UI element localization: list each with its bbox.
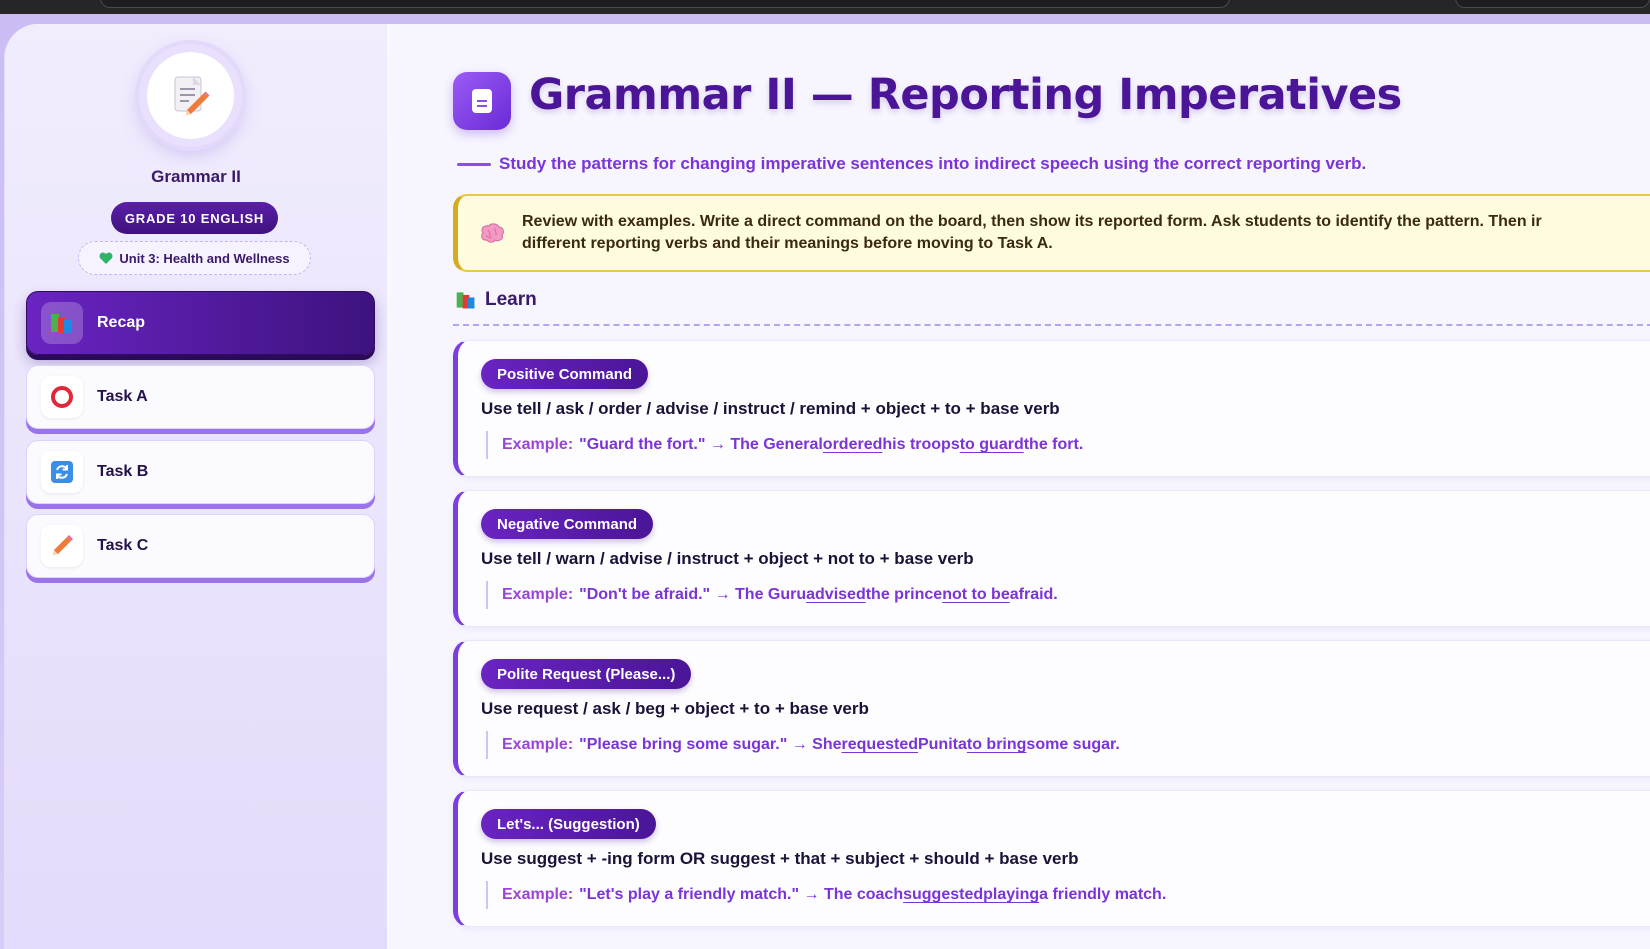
sidebar-item-label: Task B (97, 463, 149, 480)
grade-badge: GRADE 10 ENGLISH (111, 202, 278, 234)
card-example: Example: "Guard the fort." → The General… (486, 431, 1083, 459)
sidebar: Grammar II GRADE 10 ENGLISH Unit 3: Heal… (5, 24, 390, 949)
sidebar-item-recap[interactable]: Recap (26, 291, 375, 355)
example-text: "Guard the fort." → The General (579, 436, 823, 453)
tip-line-1: Review with examples. Write a direct com… (522, 213, 1542, 230)
example-infinitive: not to be (942, 586, 1010, 603)
card-tag: Let's... (Suggestion) (481, 809, 656, 839)
subtitle-dash (457, 162, 491, 166)
unit-chip: Unit 3: Health and Wellness (78, 241, 311, 275)
learn-card-positive-command: Positive Command Use tell / ask / order … (453, 340, 1650, 477)
sidebar-item-task-a[interactable]: Task A (26, 365, 375, 429)
card-rule: Use request / ask / beg + object + to + … (481, 699, 869, 718)
learn-card-suggestion: Let's... (Suggestion) Use suggest + -ing… (453, 790, 1650, 927)
example-reporting-verb: ordered (822, 436, 883, 453)
example-text: "Don't be afraid." → The Guru (579, 586, 807, 603)
page-subtitle: Study the patterns for changing imperati… (457, 154, 1366, 174)
card-rule: Use tell / warn / advise / instruct + ob… (481, 549, 974, 568)
app-frame: Grammar II GRADE 10 ENGLISH Unit 3: Heal… (0, 14, 1650, 949)
example-label: Example: (502, 886, 574, 903)
example-text: a friendly match. (1039, 886, 1167, 903)
ring-icon (51, 386, 73, 408)
memo-pencil-icon (174, 76, 209, 115)
example-infinitive: to guard (959, 436, 1024, 453)
sidebar-item-task-b[interactable]: Task B (26, 440, 375, 504)
section-divider (453, 324, 1650, 326)
example-text: afraid. (1009, 586, 1058, 603)
learn-card-negative-command: Negative Command Use tell / warn / advis… (453, 490, 1650, 627)
document-icon (453, 72, 511, 130)
sidebar-item-label: Task C (97, 537, 149, 554)
app-window: Grammar II GRADE 10 ENGLISH Unit 3: Heal… (4, 24, 1650, 949)
sidebar-item-label: Task A (97, 388, 148, 405)
example-label: Example: (502, 586, 574, 603)
address-bar[interactable] (100, 0, 1230, 8)
example-text: "Let's play a friendly match." → The coa… (579, 886, 904, 903)
section-learn: Learn (455, 289, 537, 311)
page-title: Grammar II — Reporting Imperatives (529, 70, 1402, 120)
example-text: the fort. (1023, 436, 1084, 453)
sidebar-title: Grammar II (151, 167, 241, 186)
toolbar-pill[interactable] (1455, 0, 1650, 8)
example-text: "Please bring some sugar." → She (579, 736, 842, 753)
card-tag: Negative Command (481, 509, 654, 539)
brain-icon (481, 223, 504, 243)
unit-label: Unit 3: Health and Wellness (119, 250, 290, 266)
card-tag: Polite Request (Please...) (481, 659, 692, 689)
browser-top-bar (0, 0, 1650, 14)
example-reporting-verb: requested (841, 736, 918, 753)
example-text: some sugar. (1026, 736, 1120, 753)
pencil-icon (53, 535, 73, 555)
lesson-avatar (139, 44, 242, 147)
tip-line-2: different reporting verbs and their mean… (522, 235, 1053, 252)
example-reporting-verb: suggested (903, 886, 984, 903)
books-icon (51, 314, 72, 333)
teacher-tip-box: Review with examples. Write a direct com… (453, 194, 1650, 272)
card-rule: Use tell / ask / order / advise / instru… (481, 399, 1060, 418)
example-reporting-verb: advised (806, 586, 866, 603)
sidebar-item-label: Recap (97, 314, 146, 331)
example-label: Example: (502, 736, 574, 753)
card-rule: Use suggest + -ing form OR suggest + tha… (481, 849, 1079, 868)
learn-card-polite-request: Polite Request (Please...) Use request /… (453, 640, 1650, 777)
card-example: Example: "Let's play a friendly match." … (486, 881, 1166, 909)
green-heart-icon (99, 252, 113, 264)
refresh-icon (51, 461, 73, 483)
section-title: Learn (485, 289, 537, 310)
subtitle-text: Study the patterns for changing imperati… (499, 154, 1367, 173)
main-content: Grammar II — Reporting Imperatives Study… (390, 24, 1650, 949)
example-label: Example: (502, 436, 574, 453)
card-tag: Positive Command (481, 359, 649, 389)
books-icon (456, 292, 475, 309)
example-infinitive: to bring (966, 736, 1027, 753)
card-example: Example: "Please bring some sugar." → Sh… (486, 731, 1120, 759)
example-text: his troops (882, 436, 960, 453)
sidebar-item-task-c[interactable]: Task C (26, 514, 375, 578)
example-gerund: playing (983, 886, 1040, 903)
card-example: Example: "Don't be afraid." → The Guru a… (486, 581, 1058, 609)
example-text: the prince (865, 586, 943, 603)
example-text: Punita (917, 736, 967, 753)
